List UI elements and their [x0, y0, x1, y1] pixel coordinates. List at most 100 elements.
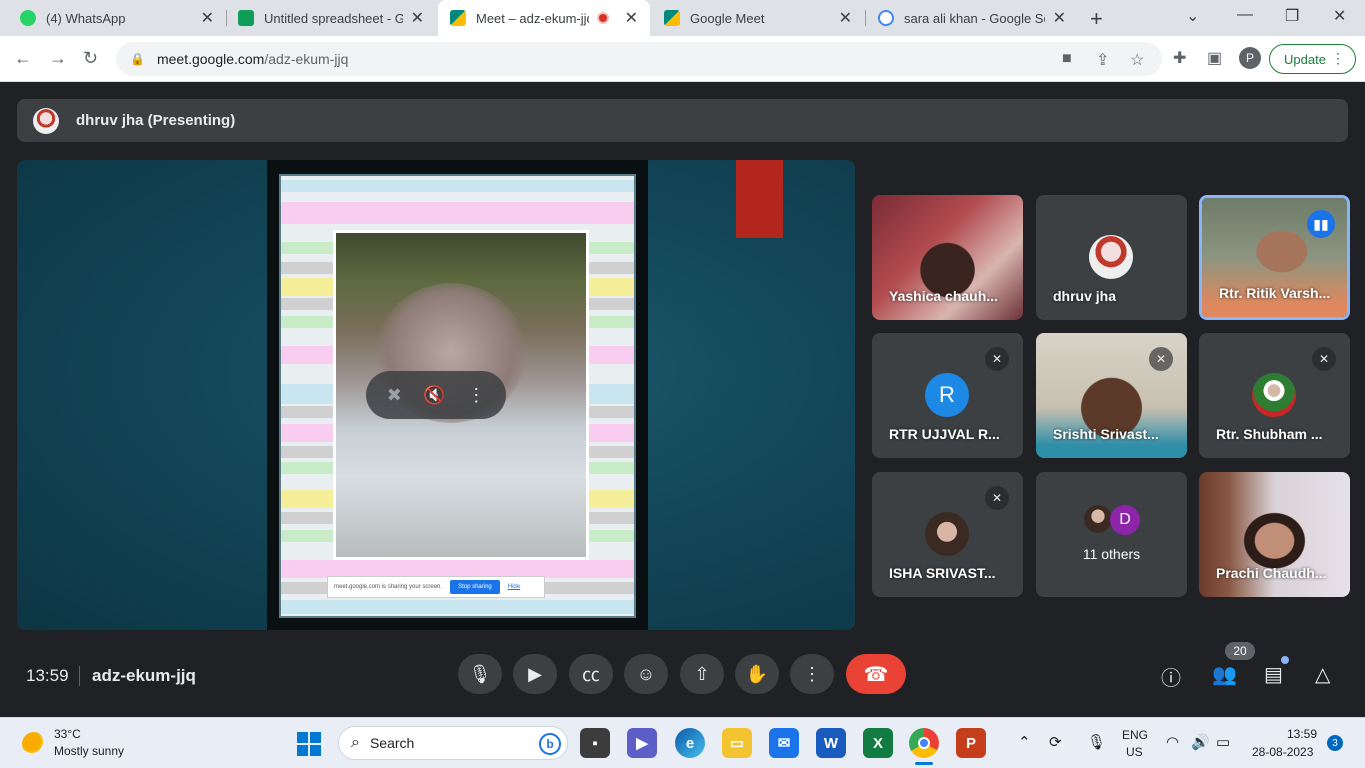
tab-title: sara ali khan - Google Sea	[904, 10, 1045, 26]
teams-chat-icon[interactable]: ▶	[627, 728, 657, 758]
more-options-button[interactable]: ⋮	[790, 654, 834, 694]
profile-avatar[interactable]: P	[1239, 47, 1261, 69]
participant-name: dhruv jha	[1053, 288, 1117, 304]
tab-title: Untitled spreadsheet - Go	[264, 10, 403, 26]
tab-title: Meet – adz-ekum-jjq	[476, 10, 589, 26]
end-call-icon: ☎	[863, 663, 889, 686]
language-indicator[interactable]: ENG	[1122, 728, 1148, 742]
forward-icon[interactable]: →	[49, 48, 67, 69]
presentation-stage[interactable]: meet.google.com is sharing your screen. …	[17, 160, 855, 630]
restore-icon[interactable]: ❐	[1285, 6, 1299, 26]
word-icon[interactable]: W	[816, 728, 846, 758]
wifi-icon[interactable]: ◠	[1166, 733, 1179, 751]
chevron-up-icon[interactable]: ⌃	[1018, 733, 1031, 751]
extensions-icon[interactable]: ✚	[1173, 48, 1186, 68]
captions-button[interactable]: ㏄	[569, 654, 613, 694]
weather-description[interactable]: Mostly sunny	[54, 744, 124, 758]
reactions-button[interactable]: ☺	[624, 654, 668, 694]
close-icon[interactable]: ✕	[411, 8, 424, 28]
bookmark-star-icon[interactable]: ☆	[1130, 50, 1144, 70]
back-icon[interactable]: ←	[14, 48, 32, 69]
stop-sharing-button[interactable]: Stop sharing	[450, 580, 500, 594]
meeting-info-icon[interactable]: ⓘ	[1161, 662, 1181, 691]
participant-name: RTR UJJVAL R...	[889, 426, 1000, 442]
lock-icon[interactable]: 🔒	[130, 52, 145, 66]
participant-tile[interactable]: Yashica chauh...	[872, 195, 1023, 320]
mic-off-icon: ✕	[1149, 347, 1173, 371]
start-logo-pane	[297, 745, 308, 756]
tab-google-meet[interactable]: Google Meet ✕	[652, 0, 864, 36]
clock-date[interactable]: 28-08-2023	[1252, 745, 1313, 759]
language-region[interactable]: US	[1126, 745, 1143, 759]
start-logo-pane	[297, 732, 308, 743]
menu-dots-icon[interactable]: ⋮	[1331, 50, 1345, 67]
start-button[interactable]	[297, 732, 321, 756]
chrome-icon[interactable]	[909, 728, 939, 758]
more-options-icon[interactable]: ⋮	[467, 385, 485, 406]
window-close-icon[interactable]: ✕	[1333, 6, 1346, 26]
close-icon[interactable]: ✕	[625, 8, 638, 28]
tab-title: Google Meet	[690, 10, 765, 26]
chrome-center	[918, 737, 930, 749]
participant-tile[interactable]: ✕ R RTR UJJVAL R...	[872, 333, 1023, 458]
excel-icon[interactable]: X	[863, 728, 893, 758]
minimize-icon[interactable]: —	[1237, 6, 1253, 24]
taskbar-search[interactable]: ⌕ Search b	[338, 726, 568, 760]
edge-icon[interactable]: e	[675, 728, 705, 758]
participant-tile[interactable]: dhruv jha	[1036, 195, 1187, 320]
tab-google-search[interactable]: sara ali khan - Google Sea ✕	[866, 0, 1078, 36]
weather-sun-icon[interactable]	[22, 732, 46, 756]
present-button[interactable]: ⇧	[680, 654, 724, 694]
people-icon[interactable]: 👥	[1212, 662, 1237, 687]
close-icon[interactable]: ✕	[201, 8, 214, 28]
camera-in-use-icon[interactable]: ■	[1062, 50, 1072, 68]
participant-tile[interactable]: ✕ Srishti Srivast...	[1036, 333, 1187, 458]
bing-icon[interactable]: b	[539, 733, 561, 755]
raise-hand-button[interactable]: ✋	[735, 654, 779, 694]
file-explorer-icon[interactable]: ▭	[722, 728, 752, 758]
battery-icon[interactable]: ▭	[1216, 733, 1230, 751]
meet-icon	[664, 10, 680, 26]
close-icon[interactable]: ✕	[839, 8, 852, 28]
tab-spreadsheet[interactable]: Untitled spreadsheet - Go ✕	[226, 0, 436, 36]
participant-tile-active-speaker[interactable]: ▮▮ Rtr. Ritik Varsh...	[1199, 195, 1350, 320]
clock-time[interactable]: 13:59	[1287, 727, 1317, 741]
mail-icon[interactable]: ✉	[769, 728, 799, 758]
tab-meet-active[interactable]: Meet – adz-ekum-jjq ✕	[438, 0, 650, 36]
leave-call-button[interactable]: ☎	[846, 654, 906, 694]
microphone-button[interactable]: 🎙	[458, 654, 502, 694]
address-bar[interactable]: 🔒 meet.google.com/adz-ekum-jjq ■ ⇪ ☆	[116, 42, 1162, 76]
browser-toolbar: ← → ↻ 🔒 meet.google.com/adz-ekum-jjq ■ ⇪…	[0, 36, 1365, 82]
new-tab-icon[interactable]: +	[1090, 6, 1103, 32]
participant-tile[interactable]: ✕ Rtr. Shubham ...	[1199, 333, 1350, 458]
mic-off-icon: ✕	[985, 347, 1009, 371]
hide-link[interactable]: Hide	[508, 584, 520, 590]
meet-main: dhruv jha (Presenting) meet.google.com i…	[0, 82, 1365, 717]
task-view-icon[interactable]: ▪	[580, 728, 610, 758]
meeting-code: adz-ekum-jjq	[92, 666, 196, 685]
powerpoint-icon[interactable]: P	[956, 728, 986, 758]
weather-temperature[interactable]: 33°C	[54, 727, 81, 741]
participant-tile[interactable]: Prachi Chaudh...	[1199, 472, 1350, 597]
participant-tile[interactable]: ✕ ISHA SRIVAST...	[872, 472, 1023, 597]
reload-icon[interactable]: ↻	[83, 48, 98, 69]
activities-icon[interactable]: △	[1315, 662, 1330, 687]
update-button[interactable]: Update ⋮	[1269, 44, 1356, 74]
tab-search-chevron-icon[interactable]: ⌄	[1186, 6, 1199, 26]
sync-icon[interactable]: ⟳	[1049, 733, 1062, 751]
notification-badge[interactable]: 3	[1327, 735, 1343, 751]
close-icon[interactable]: ✕	[1053, 8, 1066, 28]
share-icon[interactable]: ⇪	[1096, 50, 1109, 70]
mute-audio-icon[interactable]: 🔇	[423, 385, 445, 406]
browser-tab-strip: (4) WhatsApp ✕ Untitled spreadsheet - Go…	[0, 0, 1365, 36]
url-path: /adz-ekum-jjq	[264, 51, 349, 67]
side-panel-icon[interactable]: ▣	[1207, 48, 1222, 68]
tab-whatsapp[interactable]: (4) WhatsApp ✕	[8, 0, 226, 36]
camera-button[interactable]: ▶	[513, 654, 557, 694]
microphone-icon[interactable]: 🎙	[1087, 733, 1106, 751]
volume-icon[interactable]: 🔊	[1191, 733, 1210, 751]
others-tile[interactable]: D 11 others	[1036, 472, 1187, 597]
decor-stripe	[281, 180, 634, 192]
unpin-icon[interactable]: ✖	[387, 385, 402, 406]
chat-icon[interactable]: ▤	[1264, 662, 1283, 687]
